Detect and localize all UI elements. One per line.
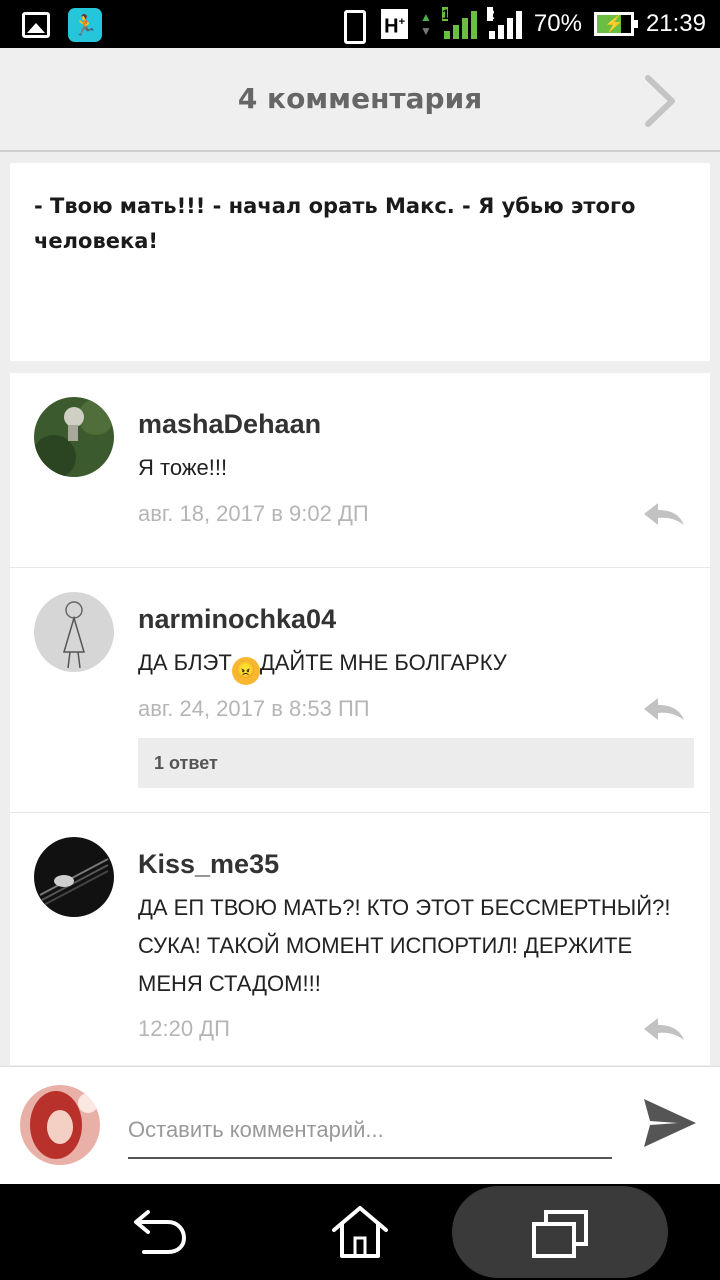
avatar[interactable] — [34, 837, 114, 917]
battery-icon: ⚡ — [593, 12, 638, 36]
comment-item: narminochka04 ДА БЛЭТ 😠 ДАЙТЕ МНЕ БОЛГАРКУ… — [10, 568, 710, 813]
system-nav-bar — [0, 1184, 720, 1280]
comment-author[interactable]: mashaDehaan — [138, 409, 321, 440]
comment-item: Kiss_me35 ДА ЕП ТВОЮ МАТЬ?! КТО ЭТОТ БЕС… — [10, 813, 710, 1065]
network-type: H+ — [381, 8, 408, 40]
clock: 21:39 — [645, 10, 706, 37]
status-bar: 🏃 H+ ▲ ▼ 1 2 70% ⚡ 21:39 — [0, 0, 720, 48]
comments-header: 4 комментария — [0, 48, 720, 152]
angry-face-emoji: 😠 — [231, 657, 260, 685]
vibrate-icon — [335, 9, 369, 44]
comment-time: авг. 18, 2017 в 9:02 ДП — [138, 501, 369, 526]
chevron-right-icon[interactable] — [640, 74, 680, 128]
home-icon[interactable] — [330, 1204, 390, 1260]
avatar[interactable] — [34, 592, 114, 672]
sim2-label: 2 — [486, 6, 495, 22]
story-text: - Твою мать!!! - начал орать Макс. - Я у… — [34, 194, 636, 253]
gallery-icon — [22, 12, 50, 38]
page-title: 4 комментария — [237, 82, 483, 115]
comment-time: авг. 24, 2017 в 8:53 ПП — [138, 696, 370, 721]
comment-author[interactable]: narminochka04 — [138, 604, 336, 635]
comments-list: mashaDehaan Я тоже!!! авг. 18, 2017 в 9:… — [10, 373, 710, 1065]
reply-icon[interactable] — [642, 1016, 686, 1042]
recent-apps-icon[interactable] — [530, 1208, 590, 1260]
story-excerpt: - Твою мать!!! - начал орать Макс. - Я у… — [10, 163, 710, 361]
comment-item: mashaDehaan Я тоже!!! авг. 18, 2017 в 9:… — [10, 373, 710, 568]
status-notifications: 🏃 — [22, 8, 102, 42]
comment-text: ДА ЕП ТВОЮ МАТЬ?! КТО ЭТОТ БЕССМЕРТНЫЙ?!… — [138, 895, 671, 996]
comment-text-part: ДА БЛЭТ — [138, 650, 232, 675]
reply-icon[interactable] — [642, 696, 686, 722]
fitness-app-icon: 🏃 — [68, 8, 102, 42]
comment-input[interactable] — [128, 1103, 612, 1159]
comment-author[interactable]: Kiss_me35 — [138, 849, 279, 880]
data-activity-icon: ▲ ▼ — [420, 10, 432, 38]
comment-text: ДА БЛЭТ 😠 ДАЙТЕ МНЕ БОЛГАРКУ — [138, 644, 678, 685]
comment-text: Я тоже!!! — [138, 455, 228, 480]
reply-icon[interactable] — [642, 501, 686, 527]
sim1-signal-icon: 1 — [441, 6, 477, 39]
comment-time: 12:20 ДП — [138, 1016, 230, 1041]
avatar[interactable] — [34, 397, 114, 477]
sim2-signal-icon: 2 — [486, 6, 522, 39]
view-replies-button[interactable]: 1 ответ — [138, 738, 694, 788]
status-indicators: H+ ▲ ▼ 1 2 70% ⚡ 21:39 — [335, 0, 706, 48]
battery-percent: 70% — [533, 10, 582, 37]
charging-bolt-icon: ⚡ — [603, 16, 624, 33]
my-avatar — [20, 1085, 100, 1165]
comment-composer — [0, 1066, 720, 1184]
sim1-label: 1 — [441, 6, 450, 22]
back-icon[interactable] — [130, 1206, 190, 1258]
comment-text-part: ДАЙТЕ МНЕ БОЛГАРКУ — [259, 650, 507, 675]
send-icon[interactable] — [642, 1097, 698, 1149]
